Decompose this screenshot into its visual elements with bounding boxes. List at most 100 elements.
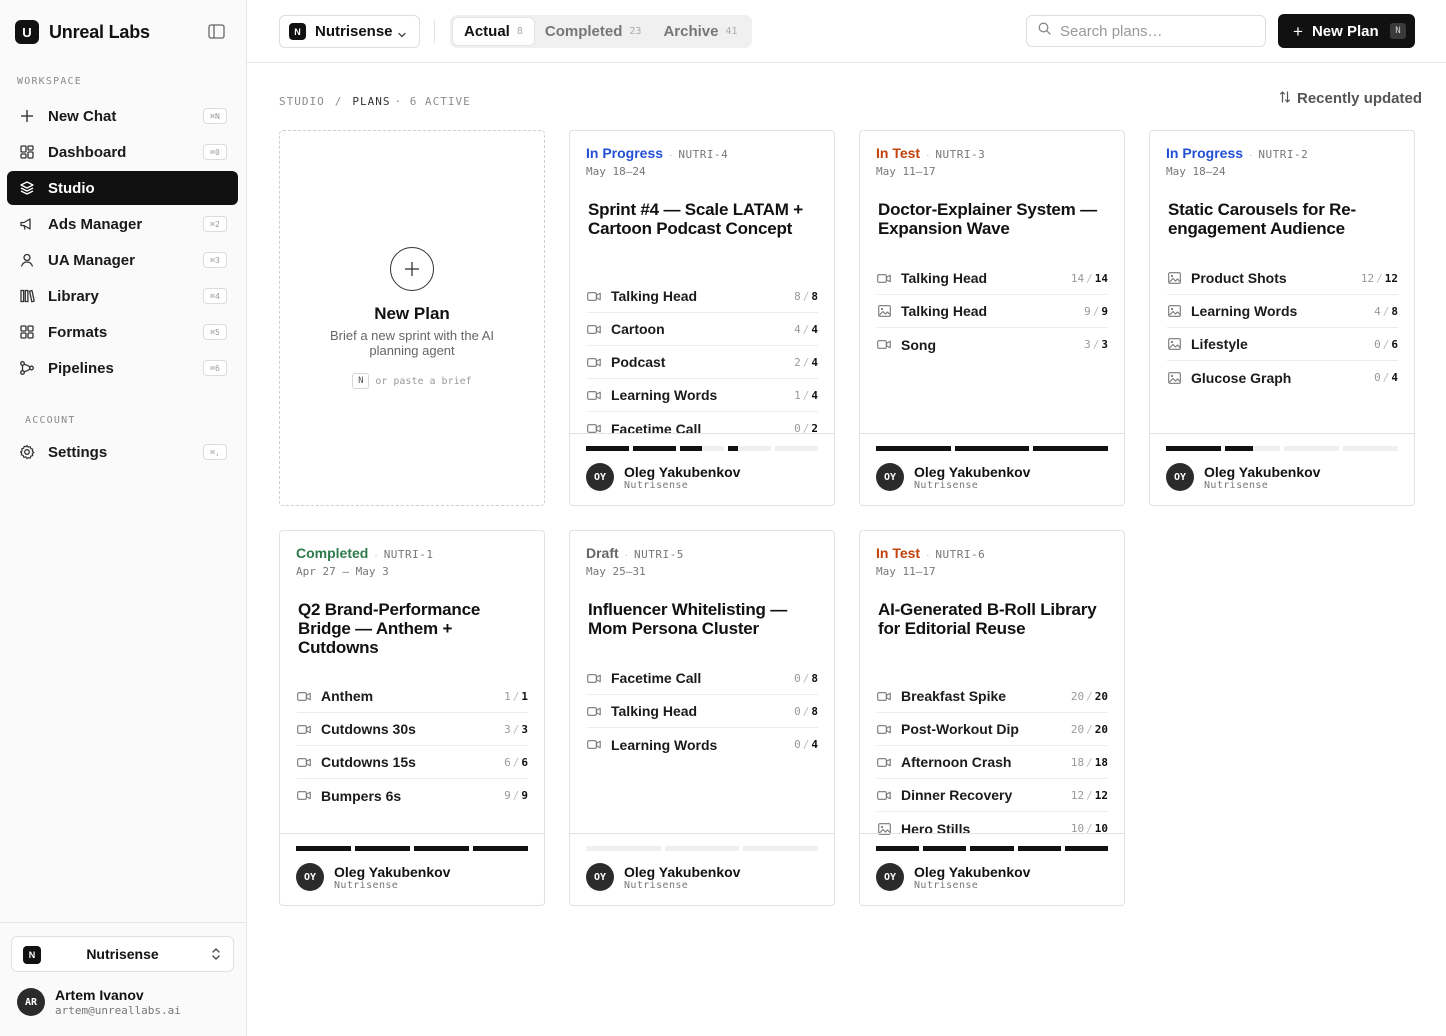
tab-completed[interactable]: Completed 23 xyxy=(534,18,653,45)
shortcut-badge: ⌘, xyxy=(203,444,227,460)
workspace-name: Nutrisense xyxy=(86,946,159,962)
deliverable-row[interactable]: Cutdowns 15s 6/6 xyxy=(297,746,528,779)
deliverable-name: Learning Words xyxy=(1191,303,1298,319)
deliverable-row[interactable]: Talking Head 9/9 xyxy=(877,295,1108,328)
sidebar-item-label: Dashboard xyxy=(48,143,127,161)
progress-segment xyxy=(970,846,1014,851)
deliverable-row[interactable]: Bumpers 6s 9/9 xyxy=(297,779,528,812)
total-count: 6 xyxy=(521,755,528,769)
plan-dates: May 18–24 xyxy=(1166,165,1226,178)
plan-owner[interactable]: OY Oleg Yakubenkov Nutrisense xyxy=(1166,463,1320,491)
sidebar-item-label: Pipelines xyxy=(48,359,114,377)
done-count: 0 xyxy=(794,704,801,718)
plan-tabs: Actual 8 Completed 23 Archive 41 xyxy=(450,15,752,48)
deliverable-count: 3/3 xyxy=(504,723,528,736)
plan-owner[interactable]: OY Oleg Yakubenkov Nutrisense xyxy=(586,863,740,891)
new-plan-button[interactable]: + New Plan N xyxy=(1278,14,1415,48)
workspace-select[interactable]: N Nutrisense xyxy=(11,936,234,972)
plan-title[interactable]: Q2 Brand-Performance Bridge — Anthem + C… xyxy=(298,600,528,657)
deliverable-row[interactable]: Talking Head 8/8 xyxy=(587,280,818,313)
plan-card[interactable]: In Test · NUTRI-6 May 11–17 AI-Generated B-R… xyxy=(859,530,1125,906)
avatar: OY xyxy=(1166,463,1194,491)
count-separator: / xyxy=(1086,271,1093,285)
sidebar-item-ads-manager[interactable]: Ads Manager ⌘2 xyxy=(7,207,238,241)
progress-fill xyxy=(1017,846,1061,851)
owner-text: Oleg Yakubenkov Nutrisense xyxy=(914,464,1030,491)
deliverable-row[interactable]: Glucose Graph 0/4 xyxy=(1167,361,1398,394)
deliverable-row[interactable]: Afternoon Crash 18/18 xyxy=(877,746,1108,779)
plan-card[interactable]: Completed · NUTRI-1 Apr 27 — May 3 Q2 Brand-… xyxy=(279,530,545,906)
tab-count: 41 xyxy=(725,26,738,37)
deliverable-row[interactable]: Anthem 1/1 xyxy=(297,680,528,713)
deliverable-row[interactable]: Learning Words 0/4 xyxy=(587,728,818,761)
tab-actual[interactable]: Actual 8 xyxy=(453,18,534,45)
deliverable-row[interactable]: Product Shots 12/12 xyxy=(1167,262,1398,295)
deliverable-row[interactable]: Post-Workout Dip 20/20 xyxy=(877,713,1108,746)
sidebar-item-pipelines[interactable]: Pipelines ⌘6 xyxy=(7,351,238,385)
sidebar-item-studio[interactable]: Studio xyxy=(7,171,238,205)
deliverable-row[interactable]: Talking Head 14/14 xyxy=(877,262,1108,295)
plan-card[interactable]: Draft · NUTRI-5 May 25–31 Influencer Whiteli… xyxy=(569,530,835,906)
sort-button[interactable]: Recently updated xyxy=(1279,90,1422,107)
plan-card[interactable]: In Test · NUTRI-3 May 11–17 Doctor-Explainer… xyxy=(859,130,1125,506)
plan-title[interactable]: Sprint #4 — Scale LATAM + Cartoon Podcas… xyxy=(588,200,818,238)
image-icon xyxy=(1167,305,1181,317)
breadcrumb-root[interactable]: STUDIO xyxy=(279,95,325,108)
progress-bar xyxy=(586,446,819,451)
deliverable-row[interactable]: Song 3/3 xyxy=(877,328,1108,361)
search-box[interactable] xyxy=(1026,15,1266,47)
owner-name: Oleg Yakubenkov xyxy=(624,863,741,880)
deliverable-row[interactable]: Talking Head 0/8 xyxy=(587,695,818,728)
done-count: 2 xyxy=(794,355,801,369)
pipeline-icon xyxy=(19,360,35,376)
deliverable-row[interactable]: Podcast 2/4 xyxy=(587,346,818,379)
tab-archive[interactable]: Archive 41 xyxy=(652,18,748,45)
plan-owner[interactable]: OY Oleg Yakubenkov Nutrisense xyxy=(296,863,450,891)
deliverable-count: 14/14 xyxy=(1071,272,1108,285)
shortcut-badge: N xyxy=(1390,23,1406,39)
count-separator: / xyxy=(512,755,520,769)
deliverable-row[interactable]: Learning Words 1/4 xyxy=(587,379,818,412)
plan-owner[interactable]: OY Oleg Yakubenkov Nutrisense xyxy=(586,463,740,491)
shortcut-badge: ⌘2 xyxy=(203,216,227,232)
progress-segment xyxy=(414,846,469,851)
plan-title[interactable]: Doctor-Explainer System — Expansion Wave xyxy=(878,200,1108,238)
sidebar-item-settings[interactable]: Settings ⌘, xyxy=(7,435,238,469)
sidebar-item-dashboard[interactable]: Dashboard ⌘0 xyxy=(7,135,238,169)
current-user[interactable]: AR Artem Ivanov artem@unreallabs.ai xyxy=(17,987,181,1017)
search-input[interactable] xyxy=(1060,22,1250,40)
plan-owner[interactable]: OY Oleg Yakubenkov Nutrisense xyxy=(876,463,1030,491)
plan-title[interactable]: AI-Generated B-Roll Library for Editoria… xyxy=(878,600,1108,638)
plan-owner[interactable]: OY Oleg Yakubenkov Nutrisense xyxy=(876,863,1030,891)
new-plan-label: New Plan xyxy=(1311,22,1379,40)
sidebar-toggle-icon[interactable] xyxy=(208,24,225,39)
plan-title[interactable]: Static Carousels for Re-engagement Audie… xyxy=(1168,200,1398,238)
deliverable-row[interactable]: Dinner Recovery 12/12 xyxy=(877,779,1108,812)
plan-card[interactable]: In Progress · NUTRI-2 May 18–24 Static Carou… xyxy=(1149,130,1415,506)
deliverable-row[interactable]: Cartoon 4/4 xyxy=(587,313,818,346)
count-separator: / xyxy=(802,355,810,369)
deliverable-row[interactable]: Lifestyle 0/6 xyxy=(1167,328,1398,361)
progress-fill xyxy=(633,446,677,451)
brand[interactable]: U Unreal Labs xyxy=(15,20,150,44)
sidebar-item-ua-manager[interactable]: UA Manager ⌘3 xyxy=(7,243,238,277)
progress-segment xyxy=(774,446,819,451)
sidebar-item-formats[interactable]: Formats ⌘5 xyxy=(7,315,238,349)
workspace-section-label: WORKSPACE xyxy=(17,76,82,87)
plan-card[interactable]: In Progress · NUTRI-4 May 18–24 Sprint #4 — … xyxy=(569,130,835,506)
project-select[interactable]: N Nutrisense xyxy=(279,15,420,48)
deliverable-count: 1/4 xyxy=(794,389,818,402)
deliverable-row[interactable]: Learning Words 4/8 xyxy=(1167,295,1398,328)
plan-title[interactable]: Influencer Whitelisting — Mom Persona Cl… xyxy=(588,600,818,638)
deliverable-name: Afternoon Crash xyxy=(901,754,1012,770)
deliverable-row[interactable]: Breakfast Spike 20/20 xyxy=(877,680,1108,713)
deliverable-row[interactable]: Facetime Call 0/8 xyxy=(587,662,818,695)
done-count: 1 xyxy=(794,388,801,402)
sidebar-item-new-chat[interactable]: New Chat ⌘N xyxy=(7,99,238,133)
deliverable-row[interactable]: Cutdowns 30s 3/3 xyxy=(297,713,528,746)
new-plan-card[interactable]: New Plan Brief a new sprint with the AI … xyxy=(279,130,545,506)
count-separator: / xyxy=(1382,337,1390,351)
plan-card-header: Draft · NUTRI-5 xyxy=(586,545,684,561)
sidebar-item-library[interactable]: Library ⌘4 xyxy=(7,279,238,313)
plan-card-footer: OY Oleg Yakubenkov Nutrisense xyxy=(570,433,834,505)
